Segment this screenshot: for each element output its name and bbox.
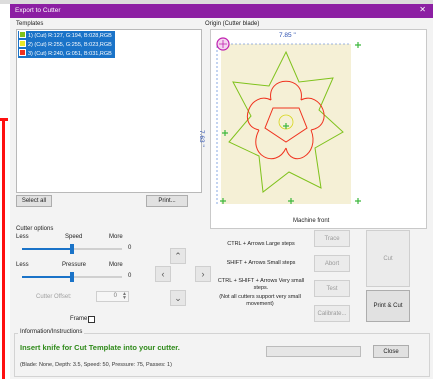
pressure-label: Pressure <box>62 262 87 268</box>
select-all-button[interactable]: Select all <box>16 195 52 207</box>
close-icon[interactable]: ✕ <box>419 6 426 14</box>
help-large-steps: CTRL + Arrows Large steps <box>227 241 295 247</box>
red-annotation-bracket <box>0 118 10 379</box>
templates-list[interactable]: 1) (Cut) R:127, G:194, B:028,RGB 2) (Cut… <box>16 29 202 193</box>
instruction-details: (Blade: None, Depth: 3.5, Speed: 50, Pre… <box>20 362 172 368</box>
chevron-left-icon: ‹ <box>161 269 165 279</box>
cutter-offset-label: Cutter Offset: <box>36 294 72 300</box>
width-label: 7.85 " <box>279 32 296 39</box>
frame-checkbox[interactable] <box>88 316 95 323</box>
template-item-2[interactable]: 2) (Cut) R:255, G:255, B:023,RGB <box>18 40 115 49</box>
abort-button[interactable]: Abort <box>314 255 350 272</box>
speed-more-label: More <box>109 234 123 240</box>
spinner-arrows-icon[interactable]: ▲ ▼ <box>122 292 127 301</box>
templates-heading: Templates <box>16 21 44 27</box>
cutter-offset-value: 0 <box>113 293 117 299</box>
information-heading: Information/Instructions <box>18 329 85 335</box>
speed-thumb[interactable] <box>70 244 74 254</box>
cutter-preview[interactable]: 7.85 " 7.63 " Machine front <box>198 29 427 229</box>
chevron-right-icon: › <box>201 269 205 279</box>
height-label: 7.63 " <box>198 130 205 147</box>
pressure-less-label: Less <box>16 262 29 268</box>
help-small-steps: SHIFT + Arrows Small steps <box>226 260 296 266</box>
checkbox-icon[interactable] <box>19 31 26 38</box>
template-label: 1) (Cut) R:127, G:194, B:028,RGB <box>28 33 112 39</box>
speed-less-label: Less <box>16 234 29 240</box>
cutter-offset-spinner[interactable]: 0 ▲ ▼ <box>96 291 129 302</box>
help-very-small-steps: CTRL + SHIFT + Arrows Very small steps. <box>217 278 305 291</box>
print-button[interactable]: Print... <box>146 195 188 207</box>
move-down-button[interactable]: ⌄ <box>170 290 186 306</box>
machine-front-label: Machine front <box>293 218 330 224</box>
template-label: 3) (Cut) R:240, G:051, B:031,RGB <box>28 51 112 57</box>
pressure-fill <box>22 276 72 278</box>
cutter-options-heading: Cutter options <box>16 226 54 232</box>
speed-value: 0 <box>128 245 132 251</box>
preview-canvas <box>216 37 361 204</box>
frame-label: Frame <box>70 316 88 322</box>
speed-label: Speed <box>65 234 83 240</box>
window-title: Export to Cutter <box>15 7 61 14</box>
calibrate-button[interactable]: Calibrate... <box>314 305 350 322</box>
export-to-cutter-dialog: Export to Cutter ✕ Templates 1) (Cut) R:… <box>10 4 433 379</box>
help-note: (Not all cutters support very small move… <box>219 294 301 307</box>
trace-button[interactable]: Trace <box>314 230 350 247</box>
template-item-3[interactable]: 3) (Cut) R:240, G:051, B:031,RGB <box>18 49 115 58</box>
cut-button[interactable]: Cut <box>366 230 410 287</box>
print-and-cut-button[interactable]: Print & Cut <box>366 290 410 322</box>
move-up-button[interactable]: ⌃ <box>170 248 186 264</box>
chevron-down-icon: ⌄ <box>174 292 182 303</box>
template-label: 2) (Cut) R:255, G:255, B:023,RGB <box>28 42 112 48</box>
preview-heading: Origin (Cutter blade) <box>205 21 260 27</box>
pressure-more-label: More <box>109 262 123 268</box>
chevron-up-icon: ⌃ <box>174 250 182 261</box>
checkbox-icon[interactable] <box>19 49 26 56</box>
pressure-value: 0 <box>128 273 132 279</box>
title-bar: Export to Cutter ✕ <box>10 4 433 18</box>
move-left-button[interactable]: ‹ <box>155 266 171 282</box>
test-button[interactable]: Test <box>314 280 350 297</box>
checkbox-icon[interactable] <box>19 40 26 47</box>
template-item-1[interactable]: 1) (Cut) R:127, G:194, B:028,RGB <box>18 31 115 40</box>
close-button[interactable]: Close <box>373 345 409 358</box>
move-right-button[interactable]: › <box>195 266 211 282</box>
progress-bar <box>266 346 361 357</box>
pressure-thumb[interactable] <box>70 272 74 282</box>
speed-fill <box>22 248 72 250</box>
information-group <box>14 333 430 377</box>
instruction-message: Insert knife for Cut Template into your … <box>20 343 180 352</box>
